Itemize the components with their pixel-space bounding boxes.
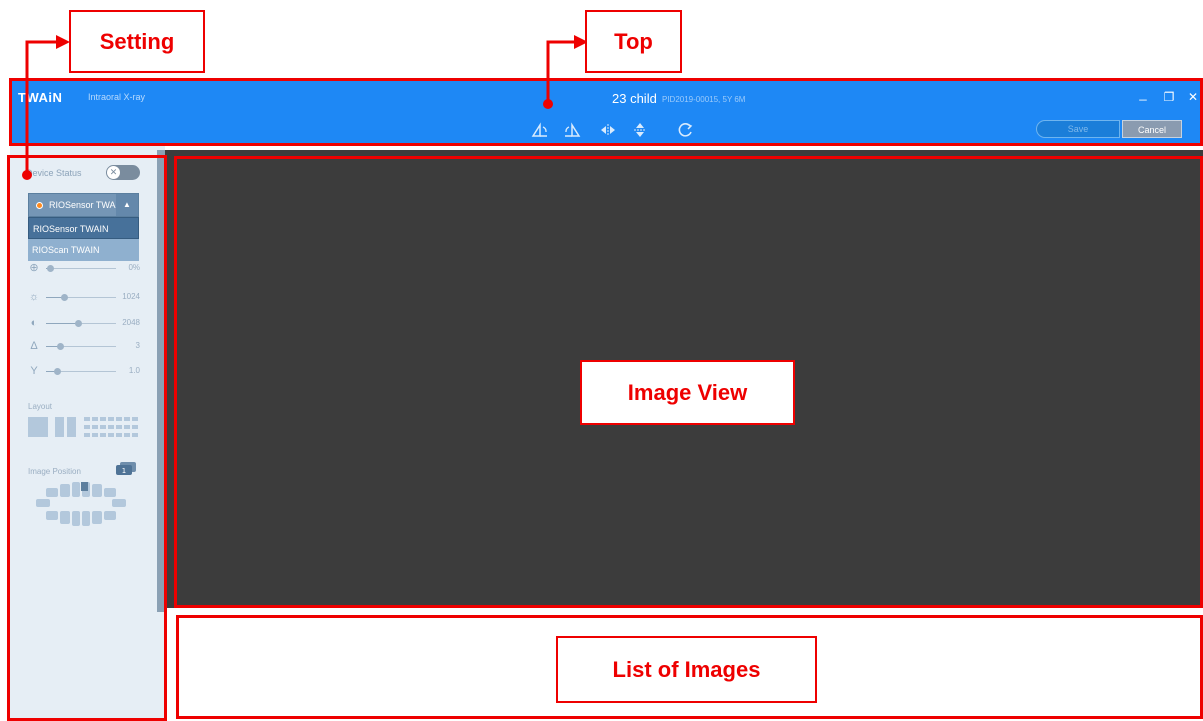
image-view-annotation-label: Image View — [580, 360, 795, 425]
setting-annotation-label: Setting — [69, 10, 205, 73]
screenshot-root: TWAiN Intraoral X-ray 23 child PID2019-0… — [0, 0, 1203, 721]
top-annotation-label: Top — [585, 10, 682, 73]
top-region-outline — [9, 78, 1203, 146]
setting-region-outline — [7, 155, 167, 721]
list-of-images-annotation-label: List of Images — [556, 636, 817, 703]
